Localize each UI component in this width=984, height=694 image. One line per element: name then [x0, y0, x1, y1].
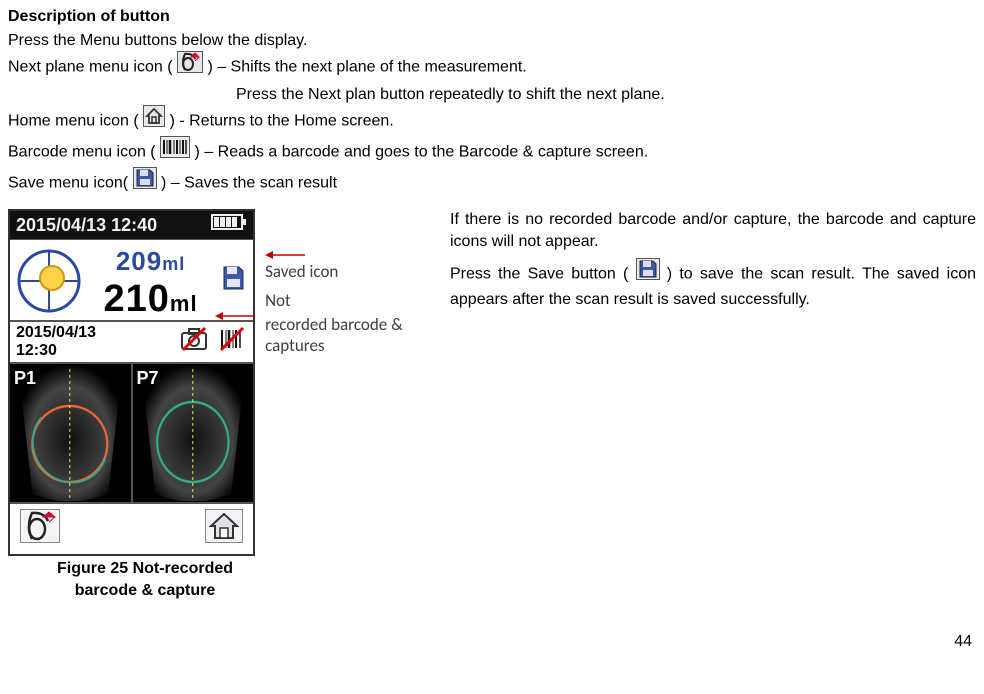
- pane-1: P1: [10, 364, 131, 502]
- next-plane-desc-2: Press the Next plan button repeatedly to…: [8, 84, 976, 106]
- right-text-column: If there is no recorded barcode and/or c…: [446, 209, 976, 318]
- text-fragment: ) – Shifts the next plane of the measure…: [207, 59, 526, 76]
- device-screenshot: 2015/04/13 12:40: [8, 209, 255, 556]
- reading-top: 209ml: [82, 244, 219, 279]
- saved-flag-icon: [219, 264, 247, 299]
- reading-main-value: 210: [103, 278, 169, 320]
- figure-caption-l2: barcode & capture: [8, 580, 282, 602]
- save-icon: [636, 258, 660, 287]
- annotation-notrec: recorded barcode & captures: [265, 314, 446, 357]
- barcode-disabled-icon: [217, 324, 247, 361]
- aim-icon: [16, 248, 82, 314]
- text-fragment: Home menu icon (: [8, 113, 139, 130]
- text-fragment: Next plane menu icon (: [8, 59, 173, 76]
- home-desc: Home menu icon ( ) - Returns to the Home…: [8, 107, 976, 136]
- arrow-icon: [215, 310, 255, 322]
- page-number: 44: [8, 631, 976, 653]
- figure-caption-l1: Figure 25 Not-recorded: [8, 558, 282, 580]
- reading-top-value: 209: [116, 246, 162, 276]
- figure-column: 2015/04/13 12:40: [8, 209, 446, 601]
- annotation-saved: Saved icon: [265, 261, 446, 282]
- text-fragment: ) - Returns to the Home screen.: [170, 113, 394, 130]
- text-fragment: ) – Reads a barcode and goes to the Barc…: [195, 144, 649, 161]
- save-desc: Save menu icon( ) – Saves the scan resul…: [8, 169, 976, 198]
- text-fragment: ) – Saves the scan result: [161, 174, 337, 191]
- home-icon: [143, 105, 165, 134]
- right-para-2: Press the Save button ( ) to save the sc…: [450, 260, 976, 310]
- saved-row: 2015/04/13 12:30: [10, 320, 253, 363]
- text-fragment: Press the Save button (: [450, 266, 636, 283]
- reading-top-unit: ml: [162, 254, 185, 274]
- text-fragment: Save menu icon(: [8, 174, 128, 191]
- annotation-notrec-pre: Not: [265, 290, 446, 311]
- annotation-column: Saved icon Not recorded barcode & captur…: [255, 209, 446, 356]
- reading-main: 210ml: [82, 280, 219, 318]
- intro-text: Press the Menu buttons below the display…: [8, 30, 976, 52]
- pane-1-label: P1: [14, 366, 36, 390]
- barcode-icon: [160, 136, 190, 165]
- next-plane-icon: [177, 51, 203, 80]
- status-bar: 2015/04/13 12:40: [10, 211, 253, 239]
- figure-caption: Figure 25 Not-recorded barcode & capture: [8, 558, 282, 601]
- reading-main-unit: ml: [170, 291, 198, 316]
- clock-text: 2015/04/13 12:40: [16, 213, 157, 237]
- arrow-icon: [265, 249, 305, 261]
- camera-disabled-icon: [179, 324, 209, 361]
- next-plane-desc: Next plane menu icon ( ) – Shifts the ne…: [8, 53, 976, 82]
- scan-panes: P1: [10, 362, 253, 502]
- home-menu-button[interactable]: [205, 509, 243, 550]
- save-icon: [133, 167, 157, 196]
- pane-7: P7: [131, 364, 254, 502]
- reading-area: 209ml 210ml: [10, 239, 253, 319]
- bottom-menu-bar: [10, 502, 253, 554]
- pane-7-label: P7: [137, 366, 159, 390]
- next-plane-menu-button[interactable]: [20, 509, 60, 550]
- section-title: Description of button: [8, 6, 976, 28]
- saved-time: 12:30: [16, 342, 179, 360]
- text-fragment: Barcode menu icon (: [8, 144, 156, 161]
- right-para-1: If there is no recorded barcode and/or c…: [450, 209, 976, 252]
- barcode-desc: Barcode menu icon ( ) – Reads a barcode …: [8, 138, 976, 167]
- saved-date: 2015/04/13: [16, 324, 179, 342]
- battery-icon: [211, 213, 247, 237]
